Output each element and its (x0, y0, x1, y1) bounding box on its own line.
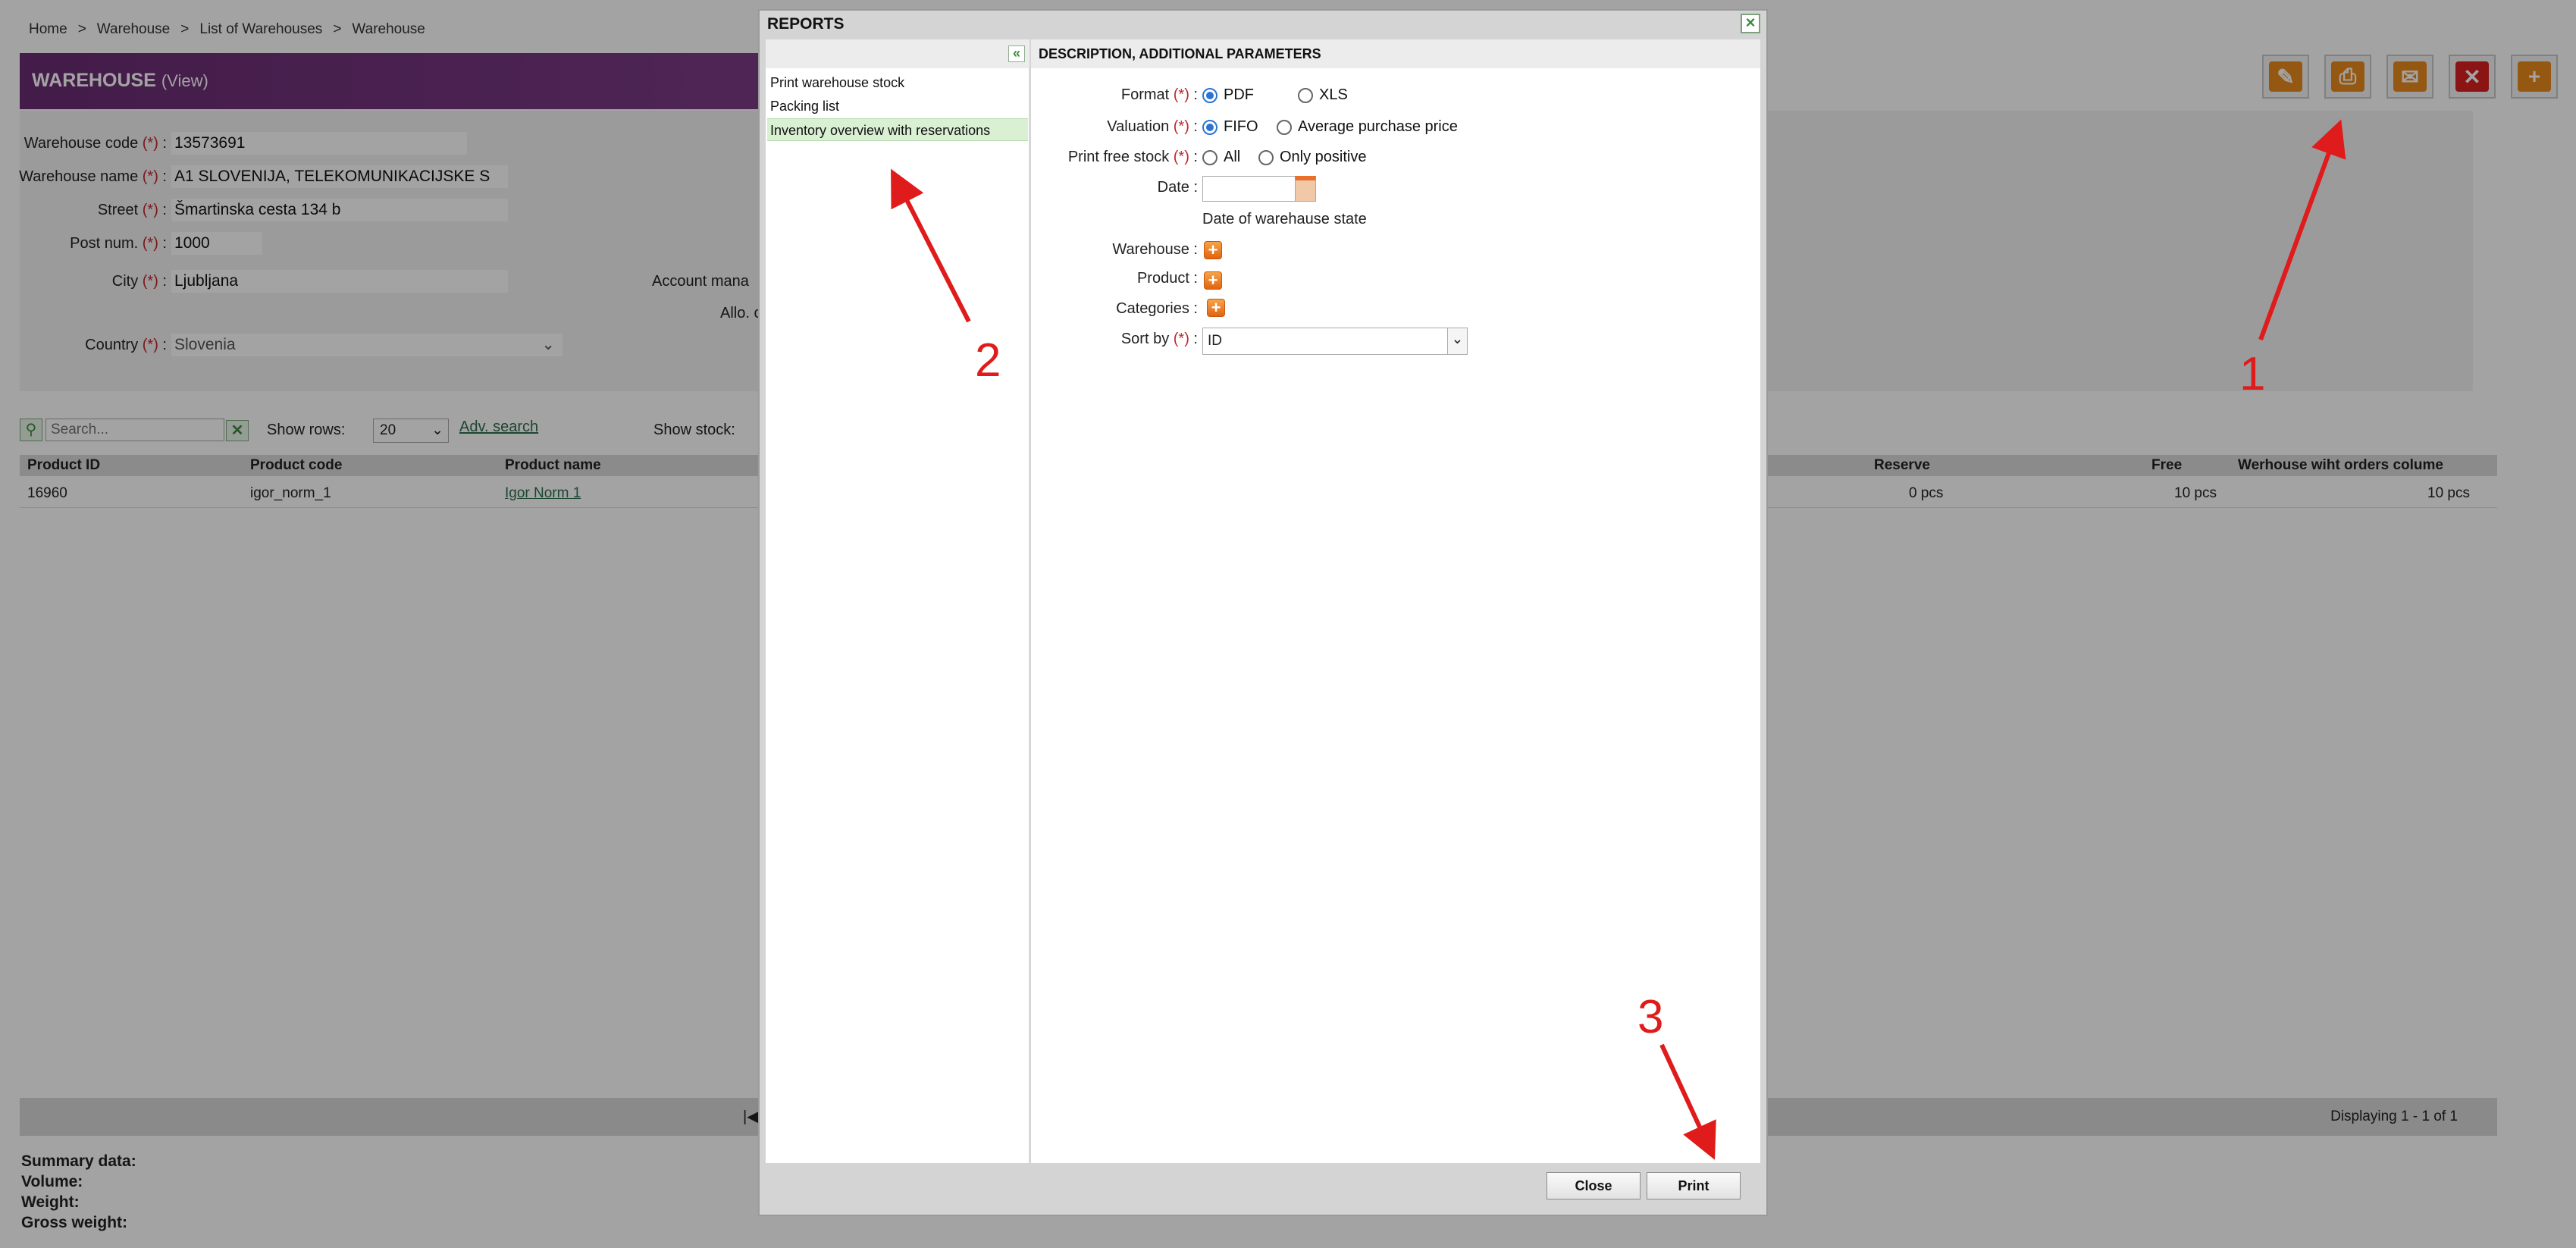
annotation-arrow-3 (1659, 1043, 1716, 1160)
annotation-arrow-2 (891, 168, 971, 323)
annotation-arrows (891, 119, 2346, 1160)
annotation-arrow-1 (2258, 119, 2346, 341)
annotation-number-3: 3 (1637, 991, 1664, 1043)
annotation-number-1: 1 (2239, 348, 2266, 400)
annotation-number-2: 2 (975, 334, 1001, 387)
